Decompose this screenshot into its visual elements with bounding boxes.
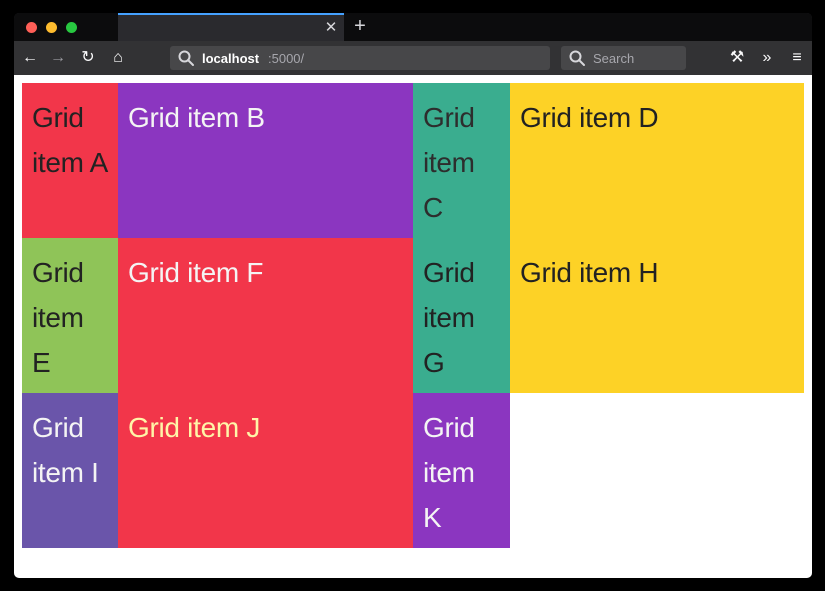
url-path: :5000/ (268, 51, 305, 66)
search-icon (569, 50, 585, 66)
tab-strip: ✕ + (14, 13, 812, 41)
grid-item-j: Grid item J (128, 412, 261, 443)
grid-container: Grid item A Grid item B Grid item C Grid… (22, 83, 804, 548)
zoom-window-button[interactable] (66, 22, 77, 33)
home-icon[interactable]: ⌂ (107, 47, 129, 69)
grid-item-i: Grid item I (22, 393, 118, 548)
active-tab[interactable]: ✕ (118, 13, 344, 41)
grid-item-b: Grid item B (118, 83, 413, 238)
grid-item-c: Grid item C (413, 83, 510, 238)
grid-item-g: Grid item G (413, 238, 510, 393)
navigation-toolbar: ← → ↻ ⌂ localhost :5000/ Search ⚒ » ≡ (14, 41, 812, 75)
search-placeholder: Search (593, 51, 635, 66)
grid-item-k: Grid item K (413, 393, 510, 548)
page-content: Grid item A Grid item B Grid item C Grid… (14, 75, 812, 578)
tools-icon[interactable]: ⚒ (726, 47, 748, 69)
close-window-button[interactable] (26, 22, 37, 33)
back-icon[interactable]: ← (19, 47, 41, 69)
url-host: localhost (202, 51, 260, 66)
grid-item-h: Grid item H (520, 257, 659, 288)
new-tab-button[interactable]: + (350, 16, 370, 36)
minimize-window-button[interactable] (46, 22, 57, 33)
forward-icon[interactable]: → (47, 47, 69, 69)
tab-close-icon[interactable]: ✕ (322, 19, 340, 37)
search-icon (178, 50, 194, 66)
grid-item-e: Grid item E (22, 238, 118, 393)
browser-window: ✕ + ← → ↻ ⌂ localhost :5000/ Search ⚒ » … (14, 13, 812, 578)
url-bar[interactable]: localhost :5000/ (170, 46, 550, 70)
reload-icon[interactable]: ↻ (77, 47, 99, 69)
menu-icon[interactable]: ≡ (786, 47, 808, 69)
search-input[interactable]: Search (561, 46, 686, 70)
grid-item-a: Grid item A (22, 83, 118, 238)
overflow-icon[interactable]: » (756, 47, 778, 69)
